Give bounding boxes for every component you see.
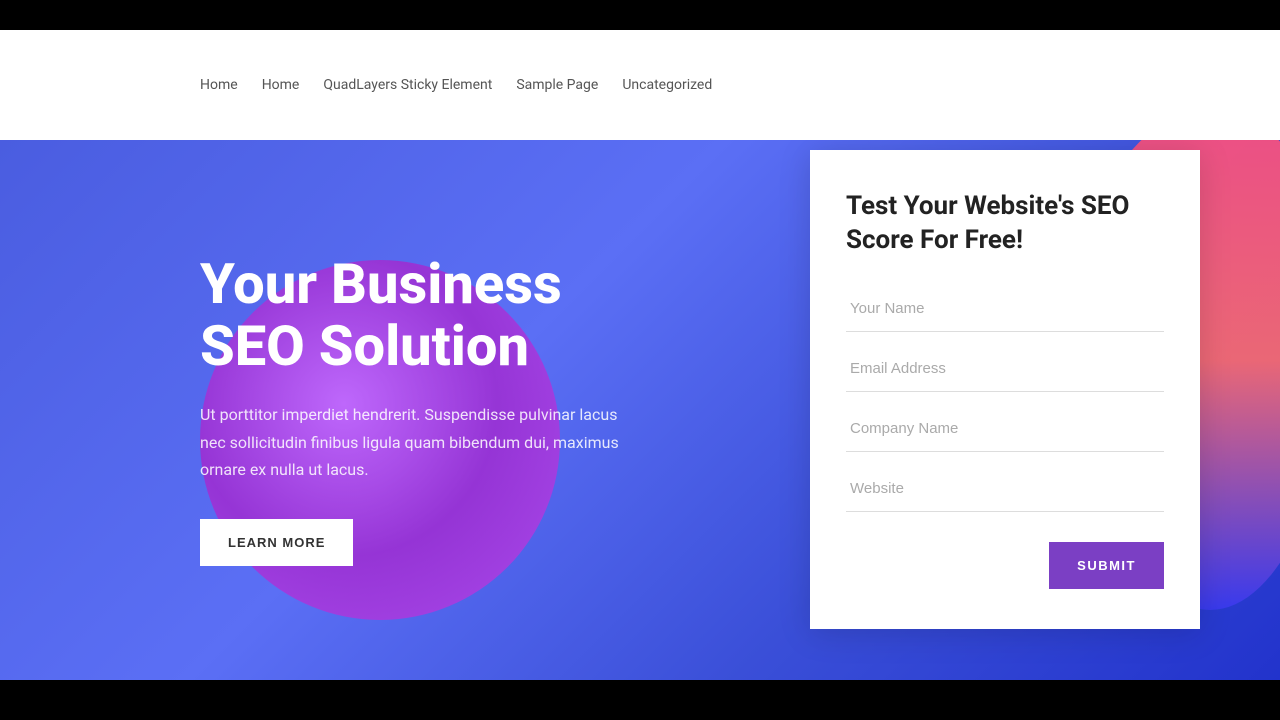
nav-item-sample[interactable]: Sample Page (516, 77, 598, 93)
navigation: Home Home QuadLayers Sticky Element Samp… (0, 30, 1280, 140)
hero-content: Your Business SEO Solution Ut porttitor … (0, 254, 620, 566)
company-name-input[interactable] (846, 406, 1164, 452)
bottom-bar (0, 680, 1280, 720)
nav-item-home1[interactable]: Home (200, 77, 238, 93)
hero-description: Ut porttitor imperdiet hendrerit. Suspen… (200, 401, 620, 483)
website-input[interactable] (846, 466, 1164, 512)
nav-item-home2[interactable]: Home (262, 77, 300, 93)
hero-section: Your Business SEO Solution Ut porttitor … (0, 140, 1280, 680)
top-bar (0, 0, 1280, 30)
your-name-input[interactable] (846, 286, 1164, 332)
learn-more-button[interactable]: LEARN MORE (200, 519, 353, 566)
nav-item-quadlayers[interactable]: QuadLayers Sticky Element (323, 77, 492, 93)
nav-item-uncategorized[interactable]: Uncategorized (622, 77, 712, 93)
submit-button[interactable]: SUBMIT (1049, 542, 1164, 589)
seo-form-card: Test Your Website's SEO Score For Free! … (810, 150, 1200, 629)
email-address-input[interactable] (846, 346, 1164, 392)
form-title: Test Your Website's SEO Score For Free! (846, 190, 1164, 258)
hero-title: Your Business SEO Solution (200, 254, 620, 377)
